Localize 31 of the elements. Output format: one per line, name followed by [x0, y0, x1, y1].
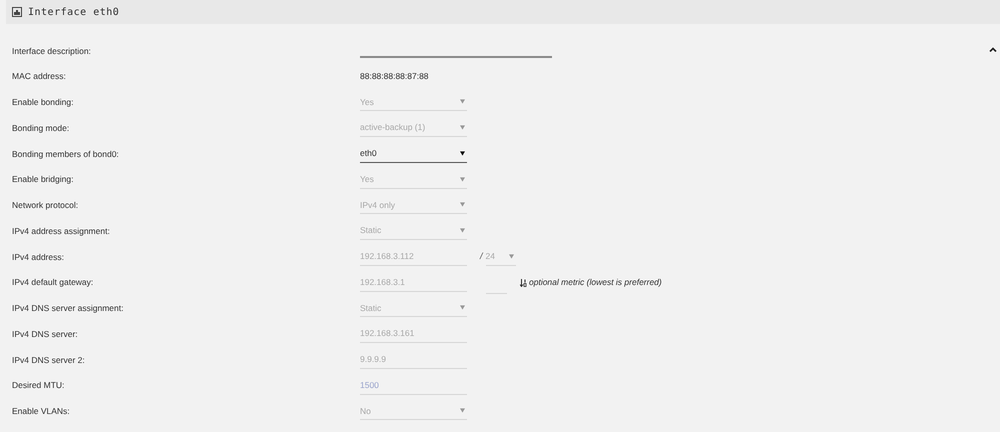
field-label: Desired MTU:	[12, 379, 66, 392]
caret-icon	[460, 408, 465, 414]
collapse-chevron-icon[interactable]	[989, 47, 997, 52]
field-label: Enable bonding:	[12, 96, 74, 109]
field-label: IPv4 DNS server 2:	[12, 354, 86, 366]
field-label: Bonding mode:	[12, 122, 70, 134]
field-label: IPv4 default gateway:	[12, 276, 94, 289]
panel-title: Interface eth0	[28, 6, 120, 20]
select-field[interactable]: eth0	[360, 144, 467, 163]
field-value: 88:88:88:88:87:88	[360, 70, 429, 83]
caret-icon	[508, 254, 514, 259]
field-label: Enable bridging:	[12, 173, 74, 186]
field-label: IPv4 address:	[12, 250, 65, 264]
separator-text: /	[480, 250, 483, 264]
caret-icon	[460, 150, 465, 156]
field-label: IPv4 DNS server assignment:	[12, 302, 124, 315]
field-label: Bonding members of bond0:	[12, 148, 120, 160]
field-label: Network protocol:	[12, 199, 80, 212]
caret-icon	[460, 125, 465, 130]
caret-icon	[460, 99, 465, 104]
field-label: IPv4 DNS server:	[12, 328, 79, 340]
caret-icon	[460, 305, 465, 310]
field-label: MAC address:	[12, 70, 67, 83]
caret-icon	[460, 202, 465, 208]
hint-text: optional metric (lowest is preferred)	[529, 276, 662, 289]
field-label: IPv4 address assignment:	[12, 224, 111, 238]
sort-numeric-icon	[520, 278, 527, 287]
caret-icon	[460, 176, 465, 182]
caret-icon	[460, 228, 465, 234]
field-label: Enable VLANs:	[12, 405, 71, 418]
field-label: Interface description:	[12, 44, 92, 58]
